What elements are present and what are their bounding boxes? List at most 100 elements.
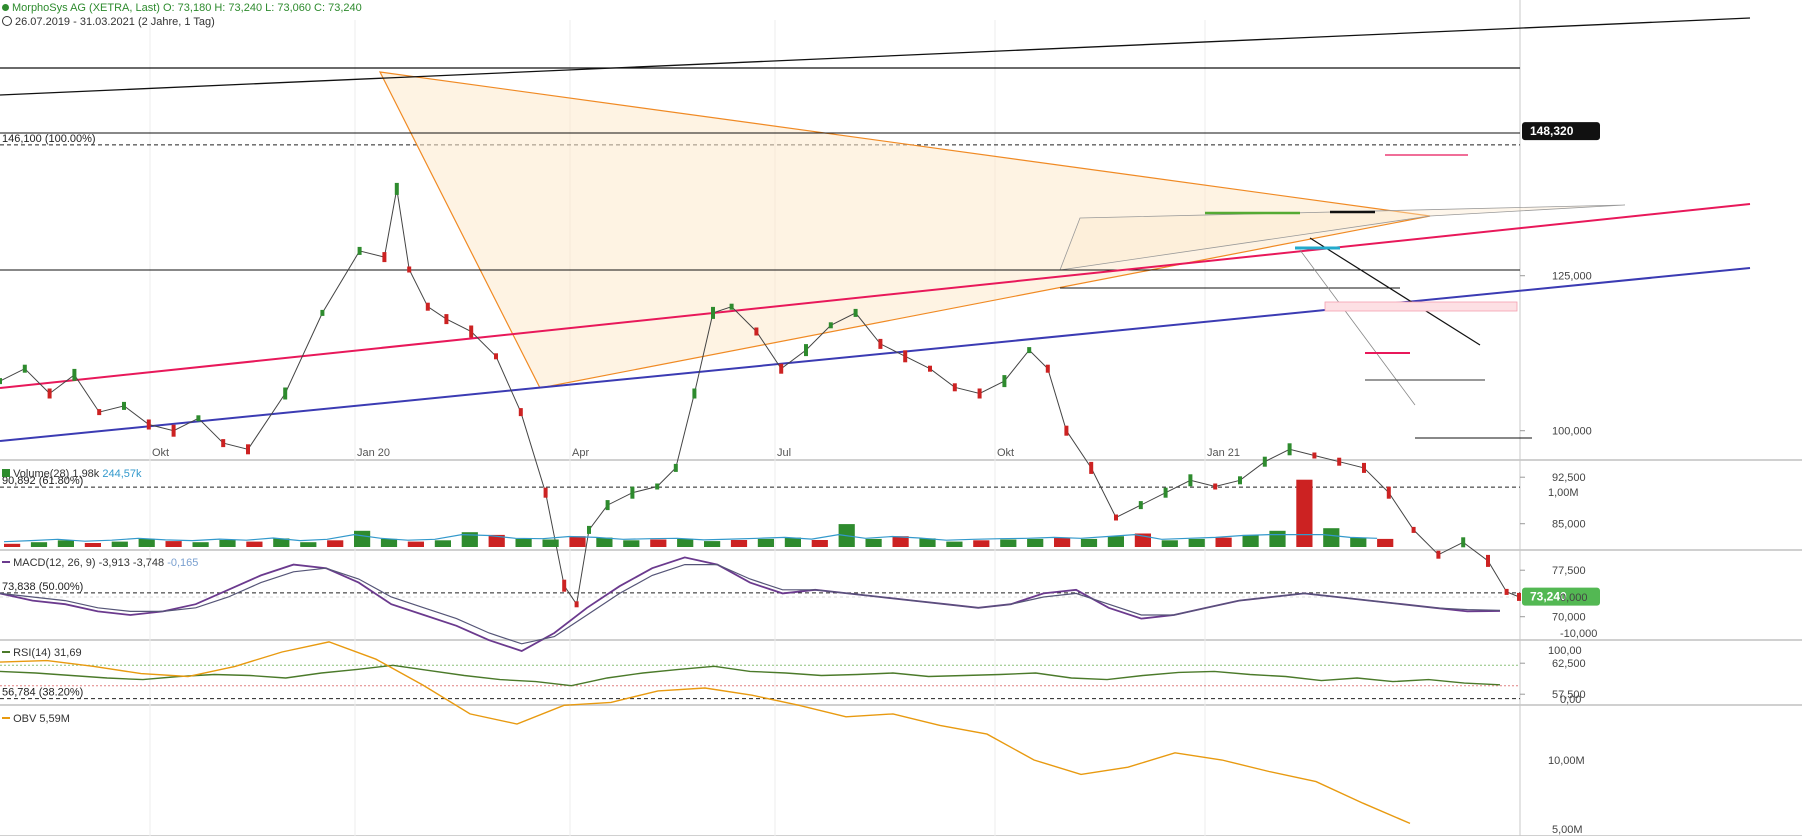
rsi-title: RSI(14) <box>13 647 51 659</box>
volume-bar <box>515 538 532 547</box>
price-candle <box>729 303 734 310</box>
rsi-value: 31,69 <box>54 647 82 659</box>
price-candle <box>853 308 858 317</box>
rsi-y-tick: 100,00 <box>1548 645 1582 657</box>
macd-value-3: -0,165 <box>167 557 199 569</box>
y-tick-label: 77,500 <box>1552 565 1586 577</box>
volume-bar <box>300 542 317 547</box>
price-candle <box>673 463 678 472</box>
downtrend-line-thin <box>1299 249 1416 406</box>
x-tick-label: Okt <box>152 447 169 459</box>
volume-bar <box>757 538 774 547</box>
volume-bar <box>219 540 236 547</box>
rsi-icon <box>2 651 10 653</box>
volume-bar <box>380 538 398 547</box>
y-tick-label: 70,000 <box>1552 612 1586 624</box>
price-candle <box>878 338 883 349</box>
price-candle <box>1287 443 1292 456</box>
price-candle <box>1517 592 1521 601</box>
volume-ma-value: 244,57k <box>102 468 142 480</box>
y-tick-label: 62,500 <box>1552 658 1586 670</box>
volume-bar <box>1296 479 1313 547</box>
price-candle <box>711 306 715 319</box>
price-candle <box>562 579 567 592</box>
downtrend-line <box>1309 237 1481 346</box>
price-candle <box>1337 457 1342 466</box>
fib-level-label: 56,784 (38.20%) <box>2 687 83 699</box>
price-candle <box>754 327 759 336</box>
price-candle <box>1504 588 1509 595</box>
price-candle <box>1089 461 1094 474</box>
volume-bar <box>811 540 828 547</box>
price-candle <box>587 525 591 534</box>
price-candle <box>1138 501 1143 510</box>
price-candle <box>1362 462 1366 473</box>
zone-box <box>1324 301 1518 312</box>
price-candle <box>828 322 833 329</box>
price-candle <box>1064 425 1069 436</box>
y-tick-label: 92,500 <box>1552 472 1586 484</box>
volume-legend: Volume(28) 1,98k 244,57k <box>2 468 142 480</box>
price-candle <box>543 487 548 498</box>
price-candle <box>1436 550 1441 559</box>
volume-y-tick: 1,00M <box>1548 487 1579 499</box>
macd-series-line <box>0 556 1501 652</box>
y-tick-label: 125,000 <box>1552 271 1592 283</box>
volume-bar <box>111 541 128 547</box>
price-candle <box>1312 452 1317 459</box>
fib-level-label: 73,838 (50.00%) <box>2 581 83 593</box>
volume-bar <box>30 542 48 547</box>
volume-bar <box>865 538 882 547</box>
long-trendline <box>0 17 1751 96</box>
macd-series-line <box>0 563 1501 645</box>
volume-bar <box>192 542 209 547</box>
volume-bar <box>1350 537 1367 547</box>
volume-bar <box>327 540 344 547</box>
volume-bar <box>138 538 155 547</box>
volume-bar <box>246 541 263 547</box>
price-candle <box>1027 347 1032 354</box>
price-candle <box>574 601 579 608</box>
price-candle <box>1238 476 1242 485</box>
volume-bar <box>354 530 371 547</box>
price-candle <box>1114 514 1118 521</box>
x-tick-label: Jan 21 <box>1207 447 1240 459</box>
volume-bar <box>677 538 694 547</box>
macd-y-tick: 0,000 <box>1560 592 1588 604</box>
price-candle <box>692 388 697 399</box>
x-tick-label: Jul <box>777 447 791 459</box>
price-candle <box>146 419 151 430</box>
price-candle <box>1461 537 1466 548</box>
price-candle <box>425 302 430 311</box>
macd-legend: MACD(12, 26, 9) -3,913 -3,748 -0,165 <box>2 557 198 569</box>
volume-icon <box>2 469 10 477</box>
price-candle <box>928 365 932 372</box>
macd-icon <box>2 561 10 563</box>
price-candle <box>1486 554 1490 567</box>
chart-canvas[interactable]: Okt Jan 20 Apr Jul Okt Jan 21 125,000 100,000 92… <box>0 0 1802 836</box>
volume-bar <box>1377 538 1394 547</box>
price-badge-label: 148,320 <box>1530 124 1574 138</box>
volume-bar <box>165 541 182 547</box>
x-tick-label: Okt <box>997 447 1014 459</box>
volume-bar <box>84 543 101 547</box>
macd-y-tick: -10,000 <box>1560 628 1597 640</box>
volume-bar <box>1107 536 1124 547</box>
price-candle <box>977 388 982 399</box>
x-tick-label: Jan 20 <box>357 447 390 459</box>
macd-value-2: -3,748 <box>132 557 165 569</box>
price-candle <box>407 266 412 273</box>
price-candle <box>469 325 474 338</box>
price-candle <box>394 182 399 195</box>
price-candle <box>97 409 102 416</box>
volume-bar <box>1027 538 1044 547</box>
price-candle <box>0 378 2 385</box>
price-candle <box>444 314 449 325</box>
macd-value-1: -3,913 <box>98 557 130 569</box>
obv-title: OBV <box>13 713 37 725</box>
volume-bar <box>784 537 801 547</box>
volume-bar <box>1054 537 1071 547</box>
volume-bar <box>1000 539 1017 547</box>
price-candle <box>1411 526 1416 533</box>
volume-bar <box>650 539 667 547</box>
